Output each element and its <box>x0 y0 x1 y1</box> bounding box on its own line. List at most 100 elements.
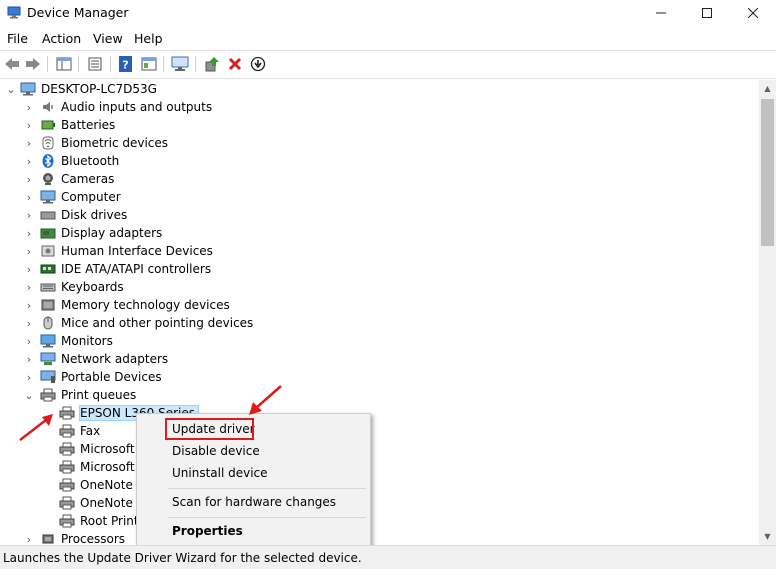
expand-chevron[interactable]: › <box>24 98 34 116</box>
expand-chevron[interactable]: › <box>24 134 34 152</box>
tree-category-item[interactable]: Portable Devices <box>40 368 162 386</box>
red-x-icon <box>228 57 242 71</box>
vertical-scrollbar[interactable]: ▲ ▼ <box>759 80 776 545</box>
window-title: Device Manager <box>27 5 129 20</box>
scrollbar-thumb[interactable] <box>761 99 774 246</box>
menu-view[interactable]: View <box>93 31 123 46</box>
tree-category-item[interactable]: Disk drives <box>40 206 127 224</box>
details-view-button[interactable] <box>139 55 159 73</box>
tree-device-item[interactable]: Microsoft <box>59 440 135 458</box>
expand-chevron[interactable]: › <box>24 530 34 546</box>
root-label: DESKTOP-LC7D53G <box>41 82 157 96</box>
scan-hardware-button[interactable] <box>170 55 190 73</box>
svg-text:?: ? <box>122 59 128 72</box>
expand-chevron[interactable]: › <box>24 350 34 368</box>
disk-icon <box>40 211 56 220</box>
tree-category-item[interactable]: Processors <box>40 530 125 545</box>
tree-device-item[interactable]: OneNote ( <box>59 476 141 494</box>
menu-properties[interactable]: Properties <box>172 524 243 538</box>
tree-root[interactable]: DESKTOP-LC7D53G <box>20 80 157 98</box>
expand-chevron[interactable]: › <box>24 314 34 332</box>
collapse-chevron[interactable]: ⌄ <box>6 80 16 98</box>
tree-category-item[interactable]: Mice and other pointing devices <box>40 314 253 332</box>
tree-category-item[interactable]: Network adapters <box>40 350 168 368</box>
memory-icon <box>41 299 55 311</box>
printer-icon <box>59 424 75 438</box>
close-button[interactable] <box>730 0 776 26</box>
printer-icon <box>59 442 75 456</box>
menu-file[interactable]: File <box>7 31 28 46</box>
expand-chevron[interactable]: › <box>24 152 34 170</box>
expand-chevron[interactable]: › <box>24 206 34 224</box>
tree-category-item[interactable]: Biometric devices <box>40 134 168 152</box>
battery-icon <box>41 120 55 130</box>
tree-category-item[interactable]: Batteries <box>40 116 115 134</box>
tree-category-item[interactable]: Human Interface Devices <box>40 242 213 260</box>
uninstall-toolbar-button[interactable] <box>225 55 245 73</box>
expand-chevron[interactable]: › <box>24 188 34 206</box>
tree-category-item[interactable]: Monitors <box>40 332 113 350</box>
tree-category-item[interactable]: Bluetooth <box>40 152 119 170</box>
expand-chevron[interactable]: › <box>24 368 34 386</box>
menu-action[interactable]: Action <box>42 31 81 46</box>
tree-item-label: Audio inputs and outputs <box>61 100 213 114</box>
tree-category-item[interactable]: Display adapters <box>40 224 162 242</box>
mouse-icon <box>43 316 53 330</box>
expand-chevron[interactable]: › <box>24 278 34 296</box>
help-icon: ? <box>119 56 132 72</box>
menu-uninstall-device[interactable]: Uninstall device <box>172 466 268 480</box>
properties-button[interactable] <box>85 55 105 73</box>
expand-chevron[interactable]: › <box>24 170 34 188</box>
collapse-chevron[interactable]: ⌄ <box>24 386 34 404</box>
maximize-button[interactable] <box>684 0 730 26</box>
tree-category-item[interactable]: IDE ATA/ATAPI controllers <box>40 260 211 278</box>
menu-disable-device[interactable]: Disable device <box>172 444 260 458</box>
tree-category-item[interactable]: Memory technology devices <box>40 296 230 314</box>
show-hide-console-tree-button[interactable] <box>54 55 74 73</box>
tree-device-item[interactable]: Root Print <box>59 512 139 530</box>
tree-category-item[interactable]: Computer <box>40 188 121 206</box>
tree-item-label: Memory technology devices <box>61 298 230 312</box>
back-button[interactable] <box>2 55 22 73</box>
help-button[interactable]: ? <box>116 55 136 73</box>
menu-help[interactable]: Help <box>134 31 163 46</box>
tree-category-item[interactable]: Audio inputs and outputs <box>40 98 212 116</box>
update-driver-highlight <box>165 418 254 440</box>
back-arrow-icon <box>5 58 19 70</box>
minimize-button[interactable] <box>638 0 684 26</box>
expand-chevron[interactable]: › <box>24 116 34 134</box>
enable-device-toolbar-button[interactable] <box>248 55 268 73</box>
cpu-icon <box>42 534 54 544</box>
update-driver-toolbar-button[interactable] <box>202 55 222 73</box>
device-manager-icon <box>7 6 21 19</box>
tree-item-label: Mice and other pointing devices <box>61 316 254 330</box>
tree-device-item[interactable]: Fax <box>59 422 100 440</box>
computer-icon <box>40 190 56 204</box>
tree-item-label: Human Interface Devices <box>61 244 213 258</box>
update-driver-icon <box>205 57 219 72</box>
forward-button[interactable] <box>23 55 43 73</box>
console-tree-icon <box>56 57 72 71</box>
scroll-down-arrow-icon[interactable]: ▼ <box>759 528 776 545</box>
toolbar-separator <box>78 56 79 72</box>
tree-category-item[interactable]: Keyboards <box>40 278 124 296</box>
expand-chevron[interactable]: › <box>24 242 34 260</box>
tree-device-item[interactable]: Microsoft <box>59 458 135 476</box>
expand-chevron[interactable]: › <box>24 260 34 278</box>
tree-category-item[interactable]: Cameras <box>40 170 114 188</box>
hid-icon <box>41 245 55 257</box>
menu-scan-hardware[interactable]: Scan for hardware changes <box>172 495 336 509</box>
scroll-up-arrow-icon[interactable]: ▲ <box>759 80 776 97</box>
tree-item-label: Portable Devices <box>61 370 162 384</box>
printer-icon <box>59 460 75 474</box>
expand-chevron[interactable]: › <box>24 296 34 314</box>
toolbar: ? <box>0 50 776 79</box>
tree-item-label: OneNote ( <box>80 478 142 492</box>
menu-bar: File Action View Help <box>0 29 776 49</box>
properties-icon <box>88 57 102 71</box>
speaker-icon <box>43 102 53 112</box>
expand-chevron[interactable]: › <box>24 332 34 350</box>
tree-category-item[interactable]: Print queues <box>40 386 136 404</box>
tree-device-item[interactable]: OneNote f <box>59 494 141 512</box>
expand-chevron[interactable]: › <box>24 224 34 242</box>
